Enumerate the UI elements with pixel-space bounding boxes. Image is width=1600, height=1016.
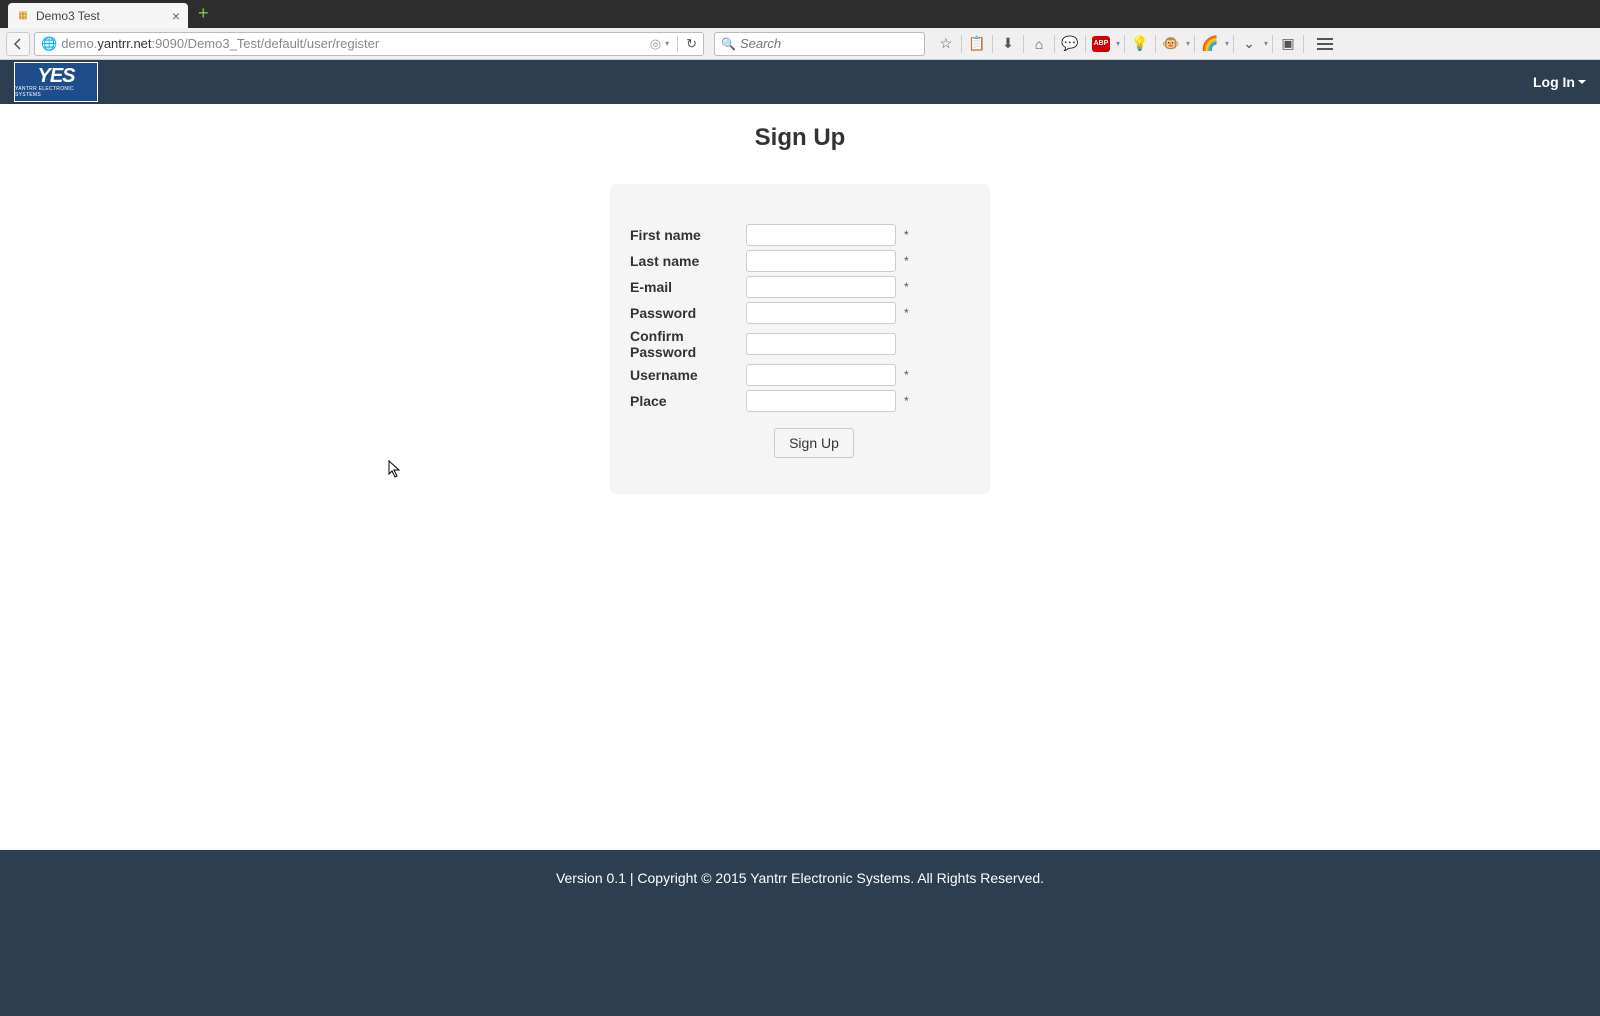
url-text: demo.yantrr.net:9090/Demo3_Test/default/… [61,36,646,51]
divider [677,36,678,52]
new-tab-button[interactable]: + [198,3,209,24]
downloads-icon[interactable]: ⬇ [997,33,1019,55]
close-tab-icon[interactable]: × [172,8,180,24]
toolbar-icons: ☆ 📋 ⬇ ⌂ 💬 ABP ▾ 💡 🐵 ▾ 🌈 ▾ ⌄ ▾ ▣ [935,33,1338,55]
tab-title: Demo3 Test [36,9,100,23]
menu-button[interactable] [1312,38,1338,50]
back-button[interactable] [6,32,30,56]
dropdown-caret-icon[interactable]: ▾ [1186,39,1190,48]
required-marker: * [904,306,912,320]
chat-icon[interactable]: 💬 [1059,33,1081,55]
required-marker: * [904,254,912,268]
logo-subtitle: YANTRR ELECTRONIC SYSTEMS [15,86,97,98]
place-input[interactable] [746,390,896,412]
browser-tab-strip: ▦ Demo3 Test × + [0,0,1600,28]
form-row-password: Password * [630,302,970,324]
divider [1155,35,1156,53]
home-icon[interactable]: ⌂ [1028,33,1050,55]
required-marker: * [904,394,912,408]
form-row-username: Username * [630,364,970,386]
adblock-icon[interactable]: ABP [1090,33,1112,55]
email-label: E-mail [630,279,738,295]
divider [1023,35,1024,53]
tab-favicon-icon: ▦ [16,9,30,23]
first-name-label: First name [630,227,738,243]
logo[interactable]: YES YANTRR ELECTRONIC SYSTEMS [14,62,98,102]
divider [992,35,993,53]
search-input[interactable] [740,36,918,51]
username-label: Username [630,367,738,383]
login-label: Log In [1533,74,1575,90]
footer-text: Version 0.1 | Copyright © 2015 Yantrr El… [556,870,1044,886]
required-marker: * [904,368,912,382]
password-input[interactable] [746,302,896,324]
last-name-label: Last name [630,253,738,269]
login-dropdown[interactable]: Log In [1533,74,1586,90]
place-label: Place [630,393,738,409]
rainbow-icon[interactable]: 🌈 [1199,33,1221,55]
lightbulb-icon[interactable]: 💡 [1129,33,1151,55]
clipboard-icon[interactable]: 📋 [966,33,988,55]
url-bar[interactable]: 🌐 demo.yantrr.net:9090/Demo3_Test/defaul… [34,32,704,56]
dropdown-caret-icon[interactable]: ▾ [1116,39,1120,48]
dropdown-caret-icon[interactable]: ▾ [665,39,669,48]
form-row-place: Place * [630,390,970,412]
form-row-last-name: Last name * [630,250,970,272]
email-input[interactable] [746,276,896,298]
divider [1272,35,1273,53]
divider [1194,35,1195,53]
dropdown-caret-icon[interactable]: ▾ [1225,39,1229,48]
signup-button[interactable]: Sign Up [774,428,854,458]
divider [1124,35,1125,53]
browser-nav-toolbar: 🌐 demo.yantrr.net:9090/Demo3_Test/defaul… [0,28,1600,60]
divider [1054,35,1055,53]
divider [1233,35,1234,53]
dropdown-caret-icon[interactable]: ▾ [1264,39,1268,48]
username-input[interactable] [746,364,896,386]
back-arrow-icon [12,38,24,50]
shield-icon[interactable]: ◎ [650,36,661,52]
globe-icon: 🌐 [41,36,57,52]
main-content: Sign Up First name * Last name * E-mail … [0,104,1600,810]
signup-form-card: First name * Last name * E-mail * Passwo… [610,184,990,494]
required-marker: * [904,280,912,294]
form-row-email: E-mail * [630,276,970,298]
page-title: Sign Up [0,124,1600,152]
divider [1303,35,1304,53]
search-icon: 🔍 [721,37,736,51]
form-row-first-name: First name * [630,224,970,246]
search-bar[interactable]: 🔍 [714,32,925,56]
divider [961,35,962,53]
last-name-input[interactable] [746,250,896,272]
submit-row: Sign Up [630,428,970,458]
monkey-icon[interactable]: 🐵 [1160,33,1182,55]
form-row-confirm-password: Confirm Password [630,328,970,360]
footer: Version 0.1 | Copyright © 2015 Yantrr El… [0,850,1600,1016]
required-marker: * [904,228,912,242]
caret-down-icon [1578,80,1586,84]
reload-button[interactable]: ↻ [686,36,697,52]
confirm-password-label: Confirm Password [630,328,738,360]
logo-text: YES [37,66,74,86]
extension-icon[interactable]: ▣ [1277,33,1299,55]
app-header: YES YANTRR ELECTRONIC SYSTEMS Log In [0,60,1600,104]
pocket-icon[interactable]: ⌄ [1238,33,1260,55]
browser-tab[interactable]: ▦ Demo3 Test × [8,3,188,28]
first-name-input[interactable] [746,224,896,246]
password-label: Password [630,305,738,321]
bookmark-star-icon[interactable]: ☆ [935,33,957,55]
divider [1085,35,1086,53]
confirm-password-input[interactable] [746,333,896,355]
